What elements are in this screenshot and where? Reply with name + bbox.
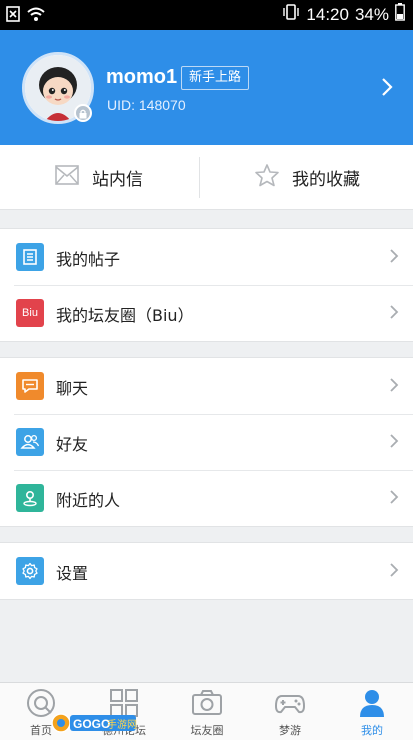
messages-button[interactable]: 站内信 — [54, 145, 143, 210]
menu-label: 好友 — [56, 435, 89, 454]
chevron-right-icon — [389, 248, 399, 268]
tab-circle[interactable]: 坛友圈 — [166, 683, 248, 740]
envelope-icon — [54, 164, 80, 191]
chevron-right-icon — [389, 304, 399, 324]
menu-item-nearby[interactable]: 附近的人 — [0, 470, 413, 526]
phone-vibrate-icon — [282, 3, 300, 26]
level-badge: 新手上路 — [181, 66, 250, 90]
tab-label: 坛友圈 — [190, 724, 224, 737]
profile-header[interactable]: momo1 新手上路 UID: 148070 — [0, 30, 413, 145]
menu-item-my-posts[interactable]: 我的帖子 — [0, 229, 413, 285]
menu-item-settings[interactable]: 设置 — [0, 543, 413, 599]
wifi-icon — [26, 6, 46, 26]
status-time: 14:20 — [306, 4, 349, 24]
camera-icon — [191, 687, 223, 719]
user-id: UID: 148070 — [107, 97, 186, 113]
lock-icon — [74, 104, 92, 122]
menu-label: 我的坛友圈（Biu） — [56, 306, 194, 325]
user-icon — [356, 687, 388, 719]
battery-icon — [395, 3, 405, 26]
posts-icon — [16, 243, 44, 271]
messages-label: 站内信 — [92, 170, 143, 190]
watermark-logo: GOGO 手游网 — [50, 712, 138, 734]
star-icon — [254, 163, 280, 192]
chevron-right-icon — [389, 562, 399, 582]
gamepad-icon — [274, 687, 306, 719]
menu-label: 聊天 — [56, 379, 89, 398]
tab-label: 梦游 — [279, 724, 301, 737]
chevron-right-icon[interactable] — [381, 77, 393, 101]
favorites-button[interactable]: 我的收藏 — [254, 145, 360, 210]
nearby-icon — [16, 484, 44, 512]
favorites-label: 我的收藏 — [292, 170, 360, 190]
status-bar: 14:20 34% — [0, 0, 413, 30]
quick-actions: 站内信 我的收藏 — [0, 145, 413, 210]
menu-label: 设置 — [56, 564, 89, 583]
svg-text:手游网: 手游网 — [107, 718, 137, 731]
chevron-right-icon — [389, 433, 399, 453]
tab-me[interactable]: 我的 — [331, 683, 413, 740]
biu-icon-text: Biu — [22, 307, 38, 319]
tab-label: 我的 — [361, 724, 383, 737]
menu-item-chat[interactable]: 聊天 — [0, 358, 413, 414]
username: momo1 — [106, 66, 178, 88]
chat-icon — [16, 372, 44, 400]
friends-icon — [16, 428, 44, 456]
tab-games[interactable]: 梦游 — [249, 683, 331, 740]
menu-group-posts: 我的帖子 Biu 我的坛友圈（Biu） — [0, 228, 413, 342]
menu-item-biu[interactable]: Biu 我的坛友圈（Biu） — [0, 285, 413, 341]
menu-label: 我的帖子 — [56, 250, 121, 269]
sim-icon — [6, 6, 20, 26]
menu-group-settings: 设置 — [0, 542, 413, 600]
chevron-right-icon — [389, 377, 399, 397]
chevron-right-icon — [389, 489, 399, 509]
menu-item-friends[interactable]: 好友 — [0, 414, 413, 470]
biu-icon: Biu — [16, 299, 44, 327]
divider — [199, 157, 200, 198]
menu-group-social: 聊天 好友 附近的人 — [0, 357, 413, 527]
svg-text:GOGO: GOGO — [73, 717, 110, 731]
battery-percent: 34% — [354, 4, 389, 24]
menu-label: 附近的人 — [56, 491, 121, 510]
settings-icon — [16, 557, 44, 585]
